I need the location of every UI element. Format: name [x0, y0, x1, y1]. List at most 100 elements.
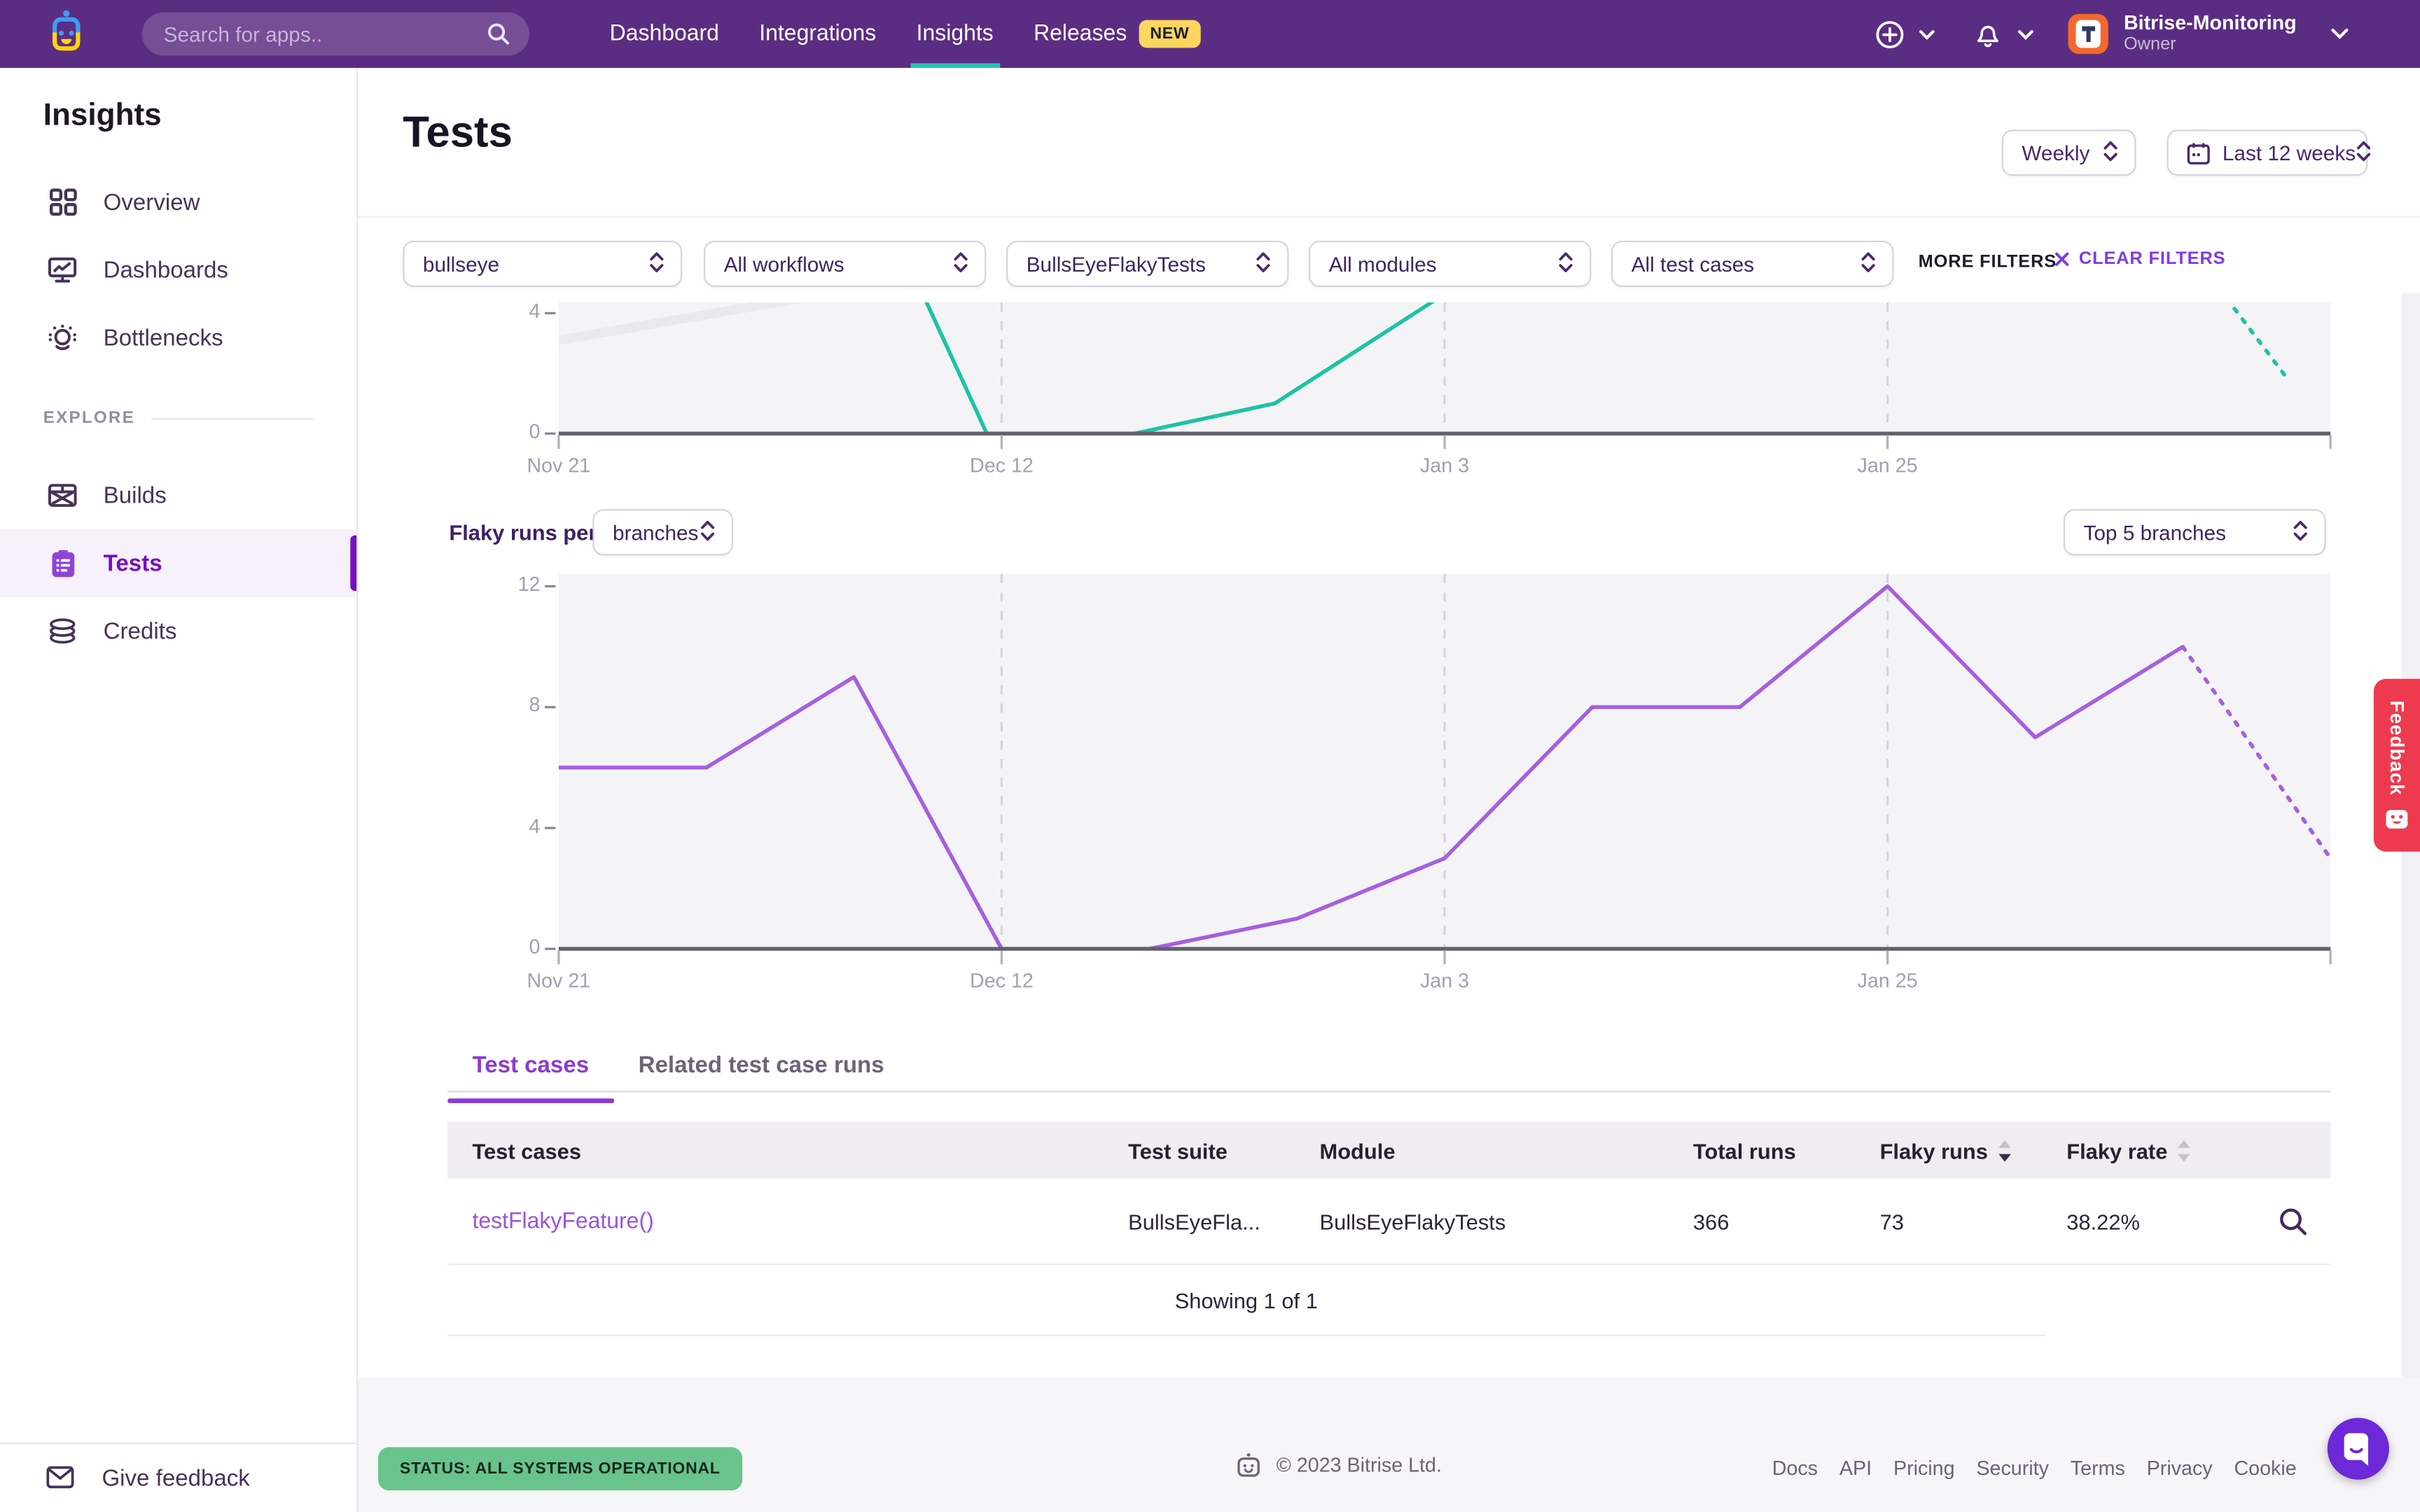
column-flaky-runs-sortable[interactable]: Flaky runs — [1880, 1138, 2067, 1163]
pagination-status: Showing 1 of 1 — [447, 1265, 2045, 1336]
inspect-row-button[interactable] — [2253, 1205, 2330, 1236]
y-tick-label: 8 — [487, 693, 540, 716]
footer-link-docs[interactable]: Docs — [1772, 1457, 1818, 1480]
chat-bubble-icon — [2342, 1430, 2375, 1467]
nav-integrations[interactable]: Integrations — [739, 0, 896, 68]
bell-icon — [1974, 20, 2002, 49]
filter-test-case-select[interactable]: All test cases — [1611, 241, 1893, 287]
footer-links: Docs API Pricing Security Terms Privacy … — [1772, 1457, 2297, 1480]
interval-select[interactable]: Weekly — [2002, 130, 2136, 176]
y-tick-label: 0 — [487, 935, 540, 958]
select-updown-icon — [1255, 249, 1272, 279]
more-filters-button[interactable]: MORE FILTERS — [1919, 253, 2057, 271]
builds-icon — [48, 481, 77, 510]
cell-total-runs: 366 — [1693, 1209, 1880, 1233]
magnifier-icon — [2278, 1205, 2309, 1236]
footer-link-security[interactable]: Security — [1976, 1457, 2049, 1480]
test-report-icon — [48, 549, 77, 578]
x-tick-label: Dec 12 — [940, 969, 1063, 992]
tab-test-cases[interactable]: Test cases — [447, 1037, 613, 1103]
x-tick-label: Jan 3 — [1383, 454, 1506, 477]
account-info[interactable]: Bitrise-Monitoring Owner — [2124, 12, 2297, 55]
sidebar: Insights Overview Dashboards — [0, 68, 358, 1512]
top-navbar: Search for apps.. Dashboard Integrations… — [0, 0, 2420, 68]
sidebar-item-label: Credits — [104, 618, 177, 644]
x-tick-label: Nov 21 — [497, 454, 620, 477]
sidebar-item-overview[interactable]: Overview — [0, 168, 356, 236]
copyright: © 2023 Bitrise Ltd. — [1235, 1452, 1442, 1478]
footer-link-terms[interactable]: Terms — [2071, 1457, 2125, 1480]
filter-workflow-select[interactable]: All workflows — [704, 241, 986, 287]
new-badge: NEW — [1139, 20, 1200, 48]
flaky-dimension-select[interactable]: branches — [592, 509, 733, 555]
x-tick-label: Dec 12 — [940, 454, 1063, 477]
search-placeholder: Search for apps.. — [164, 22, 487, 46]
column-flaky-rate-sortable[interactable]: Flaky rate — [2066, 1138, 2253, 1163]
flaky-runs-per-label: Flaky runs per — [449, 520, 597, 545]
chart1-svg — [559, 302, 2330, 433]
sidebar-item-dashboards[interactable]: Dashboards — [0, 236, 356, 304]
calendar-icon — [2187, 141, 2210, 164]
workspace-avatar[interactable] — [2068, 14, 2108, 54]
bitrise-bot-outline-icon — [1235, 1452, 1263, 1478]
tab-related-test-case-runs[interactable]: Related test case runs — [613, 1037, 909, 1103]
top-branches-select[interactable]: Top 5 branches — [2064, 509, 2326, 555]
filter-app-select[interactable]: bullseye — [403, 241, 682, 287]
tabs-divider — [447, 1091, 2330, 1092]
notifications-button[interactable] — [1974, 20, 2002, 49]
close-icon — [2054, 251, 2070, 267]
chat-widget-button[interactable] — [2328, 1418, 2389, 1480]
account-chevron[interactable] — [2330, 28, 2349, 41]
chevron-down-icon — [2330, 28, 2349, 41]
nav-dashboard[interactable]: Dashboard — [590, 0, 739, 68]
sidebar-item-builds[interactable]: Builds — [0, 461, 356, 529]
sort-desc-icon — [1997, 1138, 2012, 1163]
workspace-logo-icon — [2068, 14, 2108, 54]
account-role: Owner — [2124, 35, 2297, 55]
sidebar-item-label: Dashboards — [104, 257, 228, 283]
clear-filters-button[interactable]: CLEAR FILTERS — [2054, 250, 2226, 268]
filter-module-select[interactable]: All modules — [1309, 241, 1591, 287]
sidebar-item-label: Builds — [104, 482, 167, 508]
search-input[interactable]: Search for apps.. — [142, 13, 529, 56]
select-updown-icon — [699, 517, 716, 547]
select-updown-icon — [952, 249, 969, 279]
footer-link-api[interactable]: API — [1840, 1457, 1872, 1480]
y-tick-label: 4 — [487, 300, 540, 323]
status-badge[interactable]: STATUS: ALL SYSTEMS OPERATIONAL — [378, 1447, 742, 1490]
sidebar-item-bottlenecks[interactable]: Bottlenecks — [0, 304, 356, 372]
envelope-icon — [46, 1466, 74, 1490]
add-new-chevron[interactable] — [1919, 29, 1935, 39]
footer-link-cookie[interactable]: Cookie — [2234, 1457, 2296, 1480]
account-name: Bitrise-Monitoring — [2124, 12, 2297, 35]
table-tabs: Test cases Related test case runs — [447, 1037, 909, 1103]
plus-circle-icon — [1875, 20, 1905, 49]
footer-link-pricing[interactable]: Pricing — [1893, 1457, 1955, 1480]
notifications-chevron[interactable] — [2017, 29, 2034, 39]
test-case-link[interactable]: testFlakyFeature() — [472, 1209, 1128, 1233]
bitrise-logo[interactable] — [40, 8, 92, 60]
select-updown-icon — [2102, 138, 2119, 167]
add-new-button[interactable] — [1875, 20, 1905, 49]
feedback-tab[interactable]: Feedback — [2374, 679, 2420, 852]
primary-nav: Dashboard Integrations Insights Releases… — [590, 0, 1221, 68]
chevron-down-icon — [1919, 29, 1935, 39]
select-updown-icon — [2292, 517, 2309, 547]
navbar-right: Bitrise-Monitoring Owner — [1875, 0, 2349, 68]
monitor-chart-icon — [48, 255, 77, 285]
chevron-down-icon — [2017, 29, 2034, 39]
flaky-runs-chart-top: 04Nov 21Dec 12Jan 3Jan 25 — [559, 302, 2330, 433]
footer-link-privacy[interactable]: Privacy — [2147, 1457, 2213, 1480]
nav-releases[interactable]: Releases NEW — [1013, 0, 1220, 68]
sort-icon — [2177, 1138, 2192, 1163]
date-range-select[interactable]: Last 12 weeks — [2167, 130, 2368, 176]
x-tick-label: Jan 25 — [1826, 969, 1949, 992]
flaky-runs-per-branch-chart: 04812Nov 21Dec 12Jan 3Jan 25 — [559, 574, 2330, 949]
nav-insights[interactable]: Insights — [896, 0, 1013, 68]
column-test-suite: Test suite — [1128, 1138, 1319, 1163]
chart2-svg — [559, 574, 2330, 949]
sidebar-item-tests[interactable]: Tests — [0, 529, 356, 597]
sidebar-item-credits[interactable]: Credits — [0, 597, 356, 665]
filter-test-suite-select[interactable]: BullsEyeFlakyTests — [1006, 241, 1288, 287]
give-feedback-button[interactable]: Give feedback — [0, 1443, 356, 1512]
